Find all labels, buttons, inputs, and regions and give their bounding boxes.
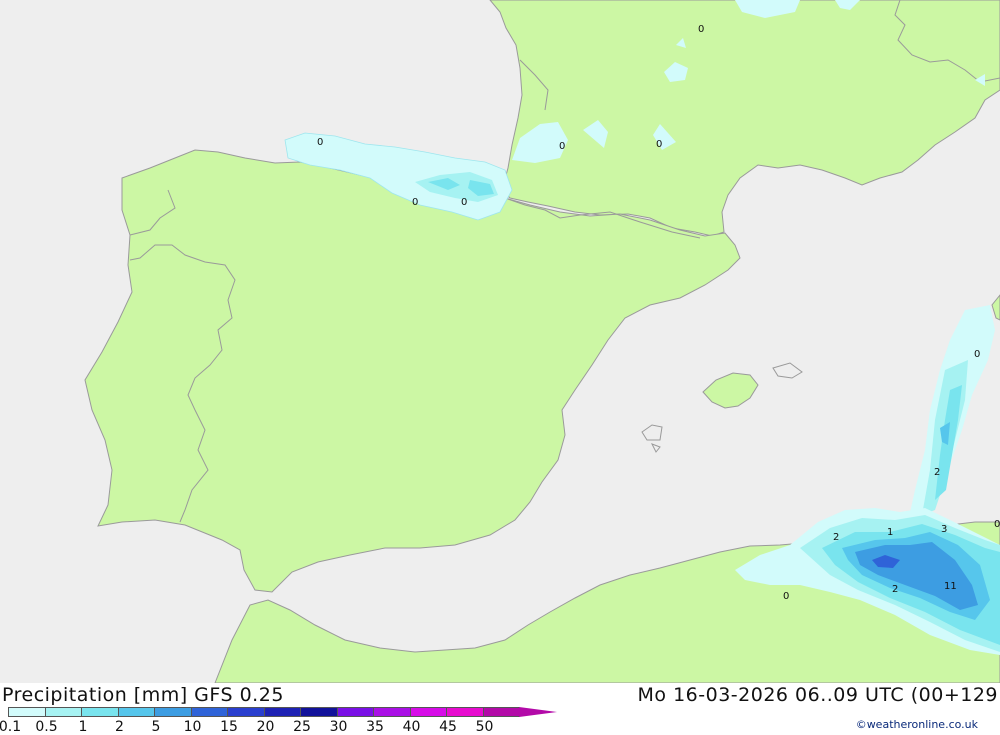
contour-label: 0 (317, 137, 323, 148)
contour-label: 2 (934, 467, 940, 478)
legend-swatch (227, 707, 265, 717)
legend-swatch (263, 707, 301, 717)
legend-swatch (190, 707, 228, 717)
contour-label: 1 (887, 527, 893, 538)
contour-label: 0 (783, 591, 789, 602)
precipitation-map: 0 0 0 0 0 0 0 2 1 3 0 2 0 2 11 (0, 0, 1000, 684)
contour-label: 0 (461, 197, 467, 208)
contour-label: 0 (656, 139, 662, 150)
legend-swatch (117, 707, 155, 717)
legend-swatch (373, 707, 411, 717)
legend-arrow-icon (519, 707, 557, 717)
map-footer: Precipitation [mm] GFS 0.25 Mo 16-03-202… (0, 683, 1000, 735)
legend-swatch (8, 707, 46, 717)
legend-swatch (81, 707, 119, 717)
legend-swatch (44, 707, 82, 717)
contour-label: 0 (559, 141, 565, 152)
legend-swatch (446, 707, 484, 717)
contour-label: 3 (941, 524, 947, 535)
contour-label: 2 (892, 584, 898, 595)
contour-label: 0 (994, 519, 1000, 530)
legend-swatch (300, 707, 338, 717)
legend-swatch (336, 707, 374, 717)
source-credit[interactable]: ©weatheronline.co.uk (856, 718, 978, 731)
legend-swatch (409, 707, 447, 717)
legend-swatch (482, 707, 520, 717)
forecast-datetime: Mo 16-03-2026 06..09 UTC (00+129 (637, 684, 998, 706)
contour-label: 0 (698, 24, 704, 35)
contour-label: 0 (974, 349, 980, 360)
map-title: Precipitation [mm] GFS 0.25 (2, 684, 284, 706)
contour-label: 11 (944, 581, 957, 592)
contour-label: 2 (833, 532, 839, 543)
legend-swatch (154, 707, 192, 717)
contour-label: 0 (412, 197, 418, 208)
